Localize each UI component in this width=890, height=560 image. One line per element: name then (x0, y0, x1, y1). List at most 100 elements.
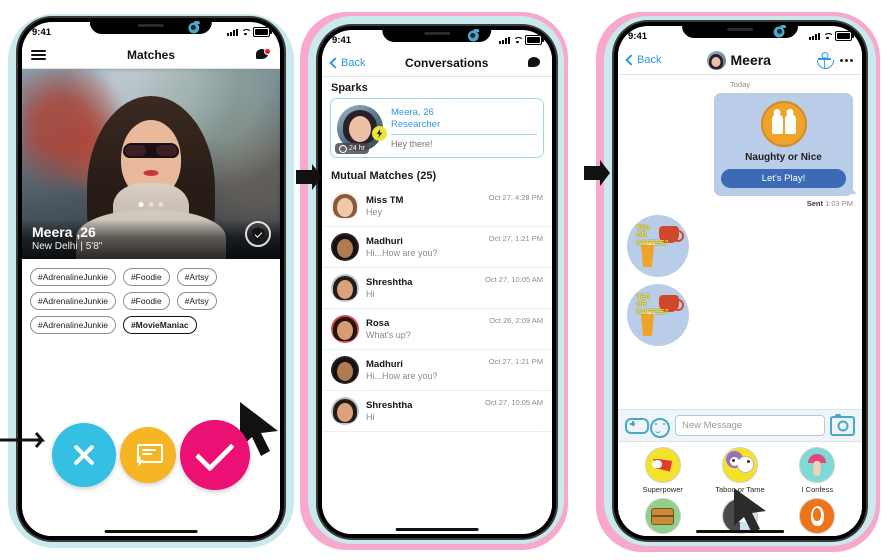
chat-messages[interactable]: Today Naughty or Nice Let's Play! Sent 1… (618, 75, 862, 409)
wifi-icon (823, 33, 832, 40)
battery-icon (835, 31, 854, 41)
hashtag-chip[interactable]: #AdrenalineJunkie (30, 316, 116, 334)
hashtag-chip[interactable]: #Artsy (176, 268, 217, 286)
sent-time: 1:03 PM (825, 199, 853, 208)
message-input-bar: New Message (618, 409, 862, 441)
chevron-left-icon (329, 57, 341, 69)
sticker-message[interactable]: TEA OR COFFEE? (627, 215, 689, 277)
photo-carousel-dots[interactable] (138, 202, 164, 207)
nope-button[interactable] (52, 423, 116, 487)
action-buttons (22, 420, 280, 490)
message-input[interactable]: New Message (675, 415, 825, 436)
page-title: Matches (126, 48, 176, 62)
profile-photo[interactable]: Meera ,26 New Delhi | 5'8" (22, 69, 280, 259)
like-button[interactable] (180, 420, 250, 490)
front-camera (189, 21, 201, 32)
hashtag-chip[interactable]: #Foodie (122, 292, 170, 310)
contact-name: Miss TM (366, 195, 404, 206)
avatar: 24 hr (335, 105, 387, 154)
game-invite-card[interactable]: Naughty or Nice Let's Play! (714, 93, 853, 196)
naughty-or-nice-icon (760, 101, 807, 147)
contact-message: Hey (366, 207, 383, 217)
avatar (331, 397, 359, 425)
avatar (331, 274, 359, 302)
front-camera (774, 25, 786, 36)
status-time: 9:41 (628, 30, 648, 42)
smiley-icon[interactable] (650, 417, 670, 438)
game-tile[interactable] (779, 498, 856, 536)
status-time: 9:41 (332, 34, 352, 46)
more-dots-icon[interactable] (840, 58, 853, 62)
status-time: 9:41 (32, 26, 52, 38)
hashtag-chip[interactable]: #AdrenalineJunkie (30, 268, 116, 286)
contact-name: Madhuri (366, 359, 403, 370)
list-item[interactable]: Madhuri Hi...How are you? Oct 27, 1:21 P… (322, 227, 552, 268)
contact-time: Oct 27, 1:21 PM (488, 234, 543, 243)
back-button[interactable]: Back (625, 54, 662, 66)
spark-card-icon (135, 444, 163, 467)
sticker-text: TEA OR COFFEE? (636, 294, 669, 316)
game-tile[interactable] (624, 498, 701, 536)
spark-card[interactable]: 24 hr Meera, 26 Researcher Hey there! (330, 98, 544, 158)
game-label: Superpower (642, 485, 683, 494)
list-item[interactable]: Madhuri Hi...How are you? Oct 27, 1:21 P… (322, 350, 552, 391)
hashtag-chip[interactable]: #Foodie (122, 268, 170, 286)
verified-shield-icon (245, 221, 271, 247)
home-indicator (104, 530, 198, 533)
avatar (331, 192, 359, 220)
sticker-line-3: COFFEE? (636, 308, 669, 316)
avatar[interactable] (706, 50, 726, 70)
sent-status: Sent 1:03 PM (627, 199, 853, 208)
gamepad-icon[interactable] (625, 417, 649, 434)
taboo-or-tame-icon (721, 447, 758, 483)
photo-lips (143, 169, 159, 176)
flow-arrow-right (584, 160, 610, 186)
list-item[interactable]: Shreshtha Hi Oct 27, 10:05 AM (322, 391, 552, 432)
sticker-text: TEA OR COFFEE? (636, 225, 669, 247)
list-item[interactable]: Shreshtha Hi Oct 27, 10:05 AM (322, 268, 552, 309)
conversation-list[interactable]: Miss TM Hey Oct 27, 4:28 PM Madhuri Hi..… (322, 186, 552, 534)
home-indicator (696, 530, 784, 533)
lightning-badge-icon (372, 126, 387, 141)
hashtag-chip[interactable]: #AdrenalineJunkie (30, 292, 116, 310)
battery-icon (525, 35, 544, 45)
game-tile[interactable]: I Confess (779, 447, 856, 494)
sticker-message[interactable]: TEA OR COFFEE? (627, 284, 689, 346)
hashtag-chip[interactable]: #MovieManiac (122, 316, 197, 334)
spark-timer-badge: 24 hr (335, 143, 369, 154)
contact-time: Oct 27, 10:05 AM (485, 398, 543, 407)
game-anchor-icon[interactable] (816, 52, 834, 69)
hamburger-icon[interactable] (31, 49, 46, 61)
game-tile[interactable]: Superpower (624, 447, 701, 494)
list-item[interactable]: Rosa What's up? Oct 26, 2:09 AM (322, 309, 552, 350)
contact-name: Shreshtha (366, 277, 413, 288)
sparks-section-header: Sparks (322, 77, 552, 98)
sunglasses (123, 143, 179, 159)
spark-button[interactable] (120, 427, 176, 483)
speaker-grill (137, 24, 164, 27)
flow-arrow-right (296, 164, 322, 190)
back-label: Back (341, 57, 366, 69)
game-title: Naughty or Nice (745, 152, 822, 163)
wifi-icon (513, 37, 522, 44)
profile-details: New Delhi | 5'8" (32, 241, 103, 252)
contact-time: Oct 26, 2:09 AM (489, 316, 543, 325)
phone-2-conversations: 9:41 Back Conversations Sparks 24 hr Mee… (318, 26, 556, 538)
spark-message: Hey there! (391, 139, 433, 150)
avatar (331, 356, 359, 384)
back-button[interactable]: Back (329, 57, 366, 69)
profile-name: Meera ,26 (32, 223, 96, 240)
chat-bubble-icon[interactable] (256, 48, 271, 62)
game-label: I Confess (801, 485, 834, 494)
chat-bubble-icon[interactable] (527, 56, 543, 70)
back-label: Back (637, 54, 662, 66)
contact-time: Oct 27, 1:21 PM (488, 357, 543, 366)
conversations-navbar: Back Conversations (322, 50, 552, 77)
sticker-line-3: COFFEE? (636, 239, 669, 247)
hashtag-chip[interactable]: #Artsy (176, 292, 217, 310)
lets-play-button[interactable]: Let's Play! (721, 169, 846, 188)
sticker-line-2: OR (636, 301, 647, 309)
mutual-section-header: Mutual Matches (25) (322, 165, 552, 186)
camera-icon[interactable] (830, 413, 855, 436)
list-item[interactable]: Miss TM Hey Oct 27, 4:28 PM (322, 186, 552, 227)
